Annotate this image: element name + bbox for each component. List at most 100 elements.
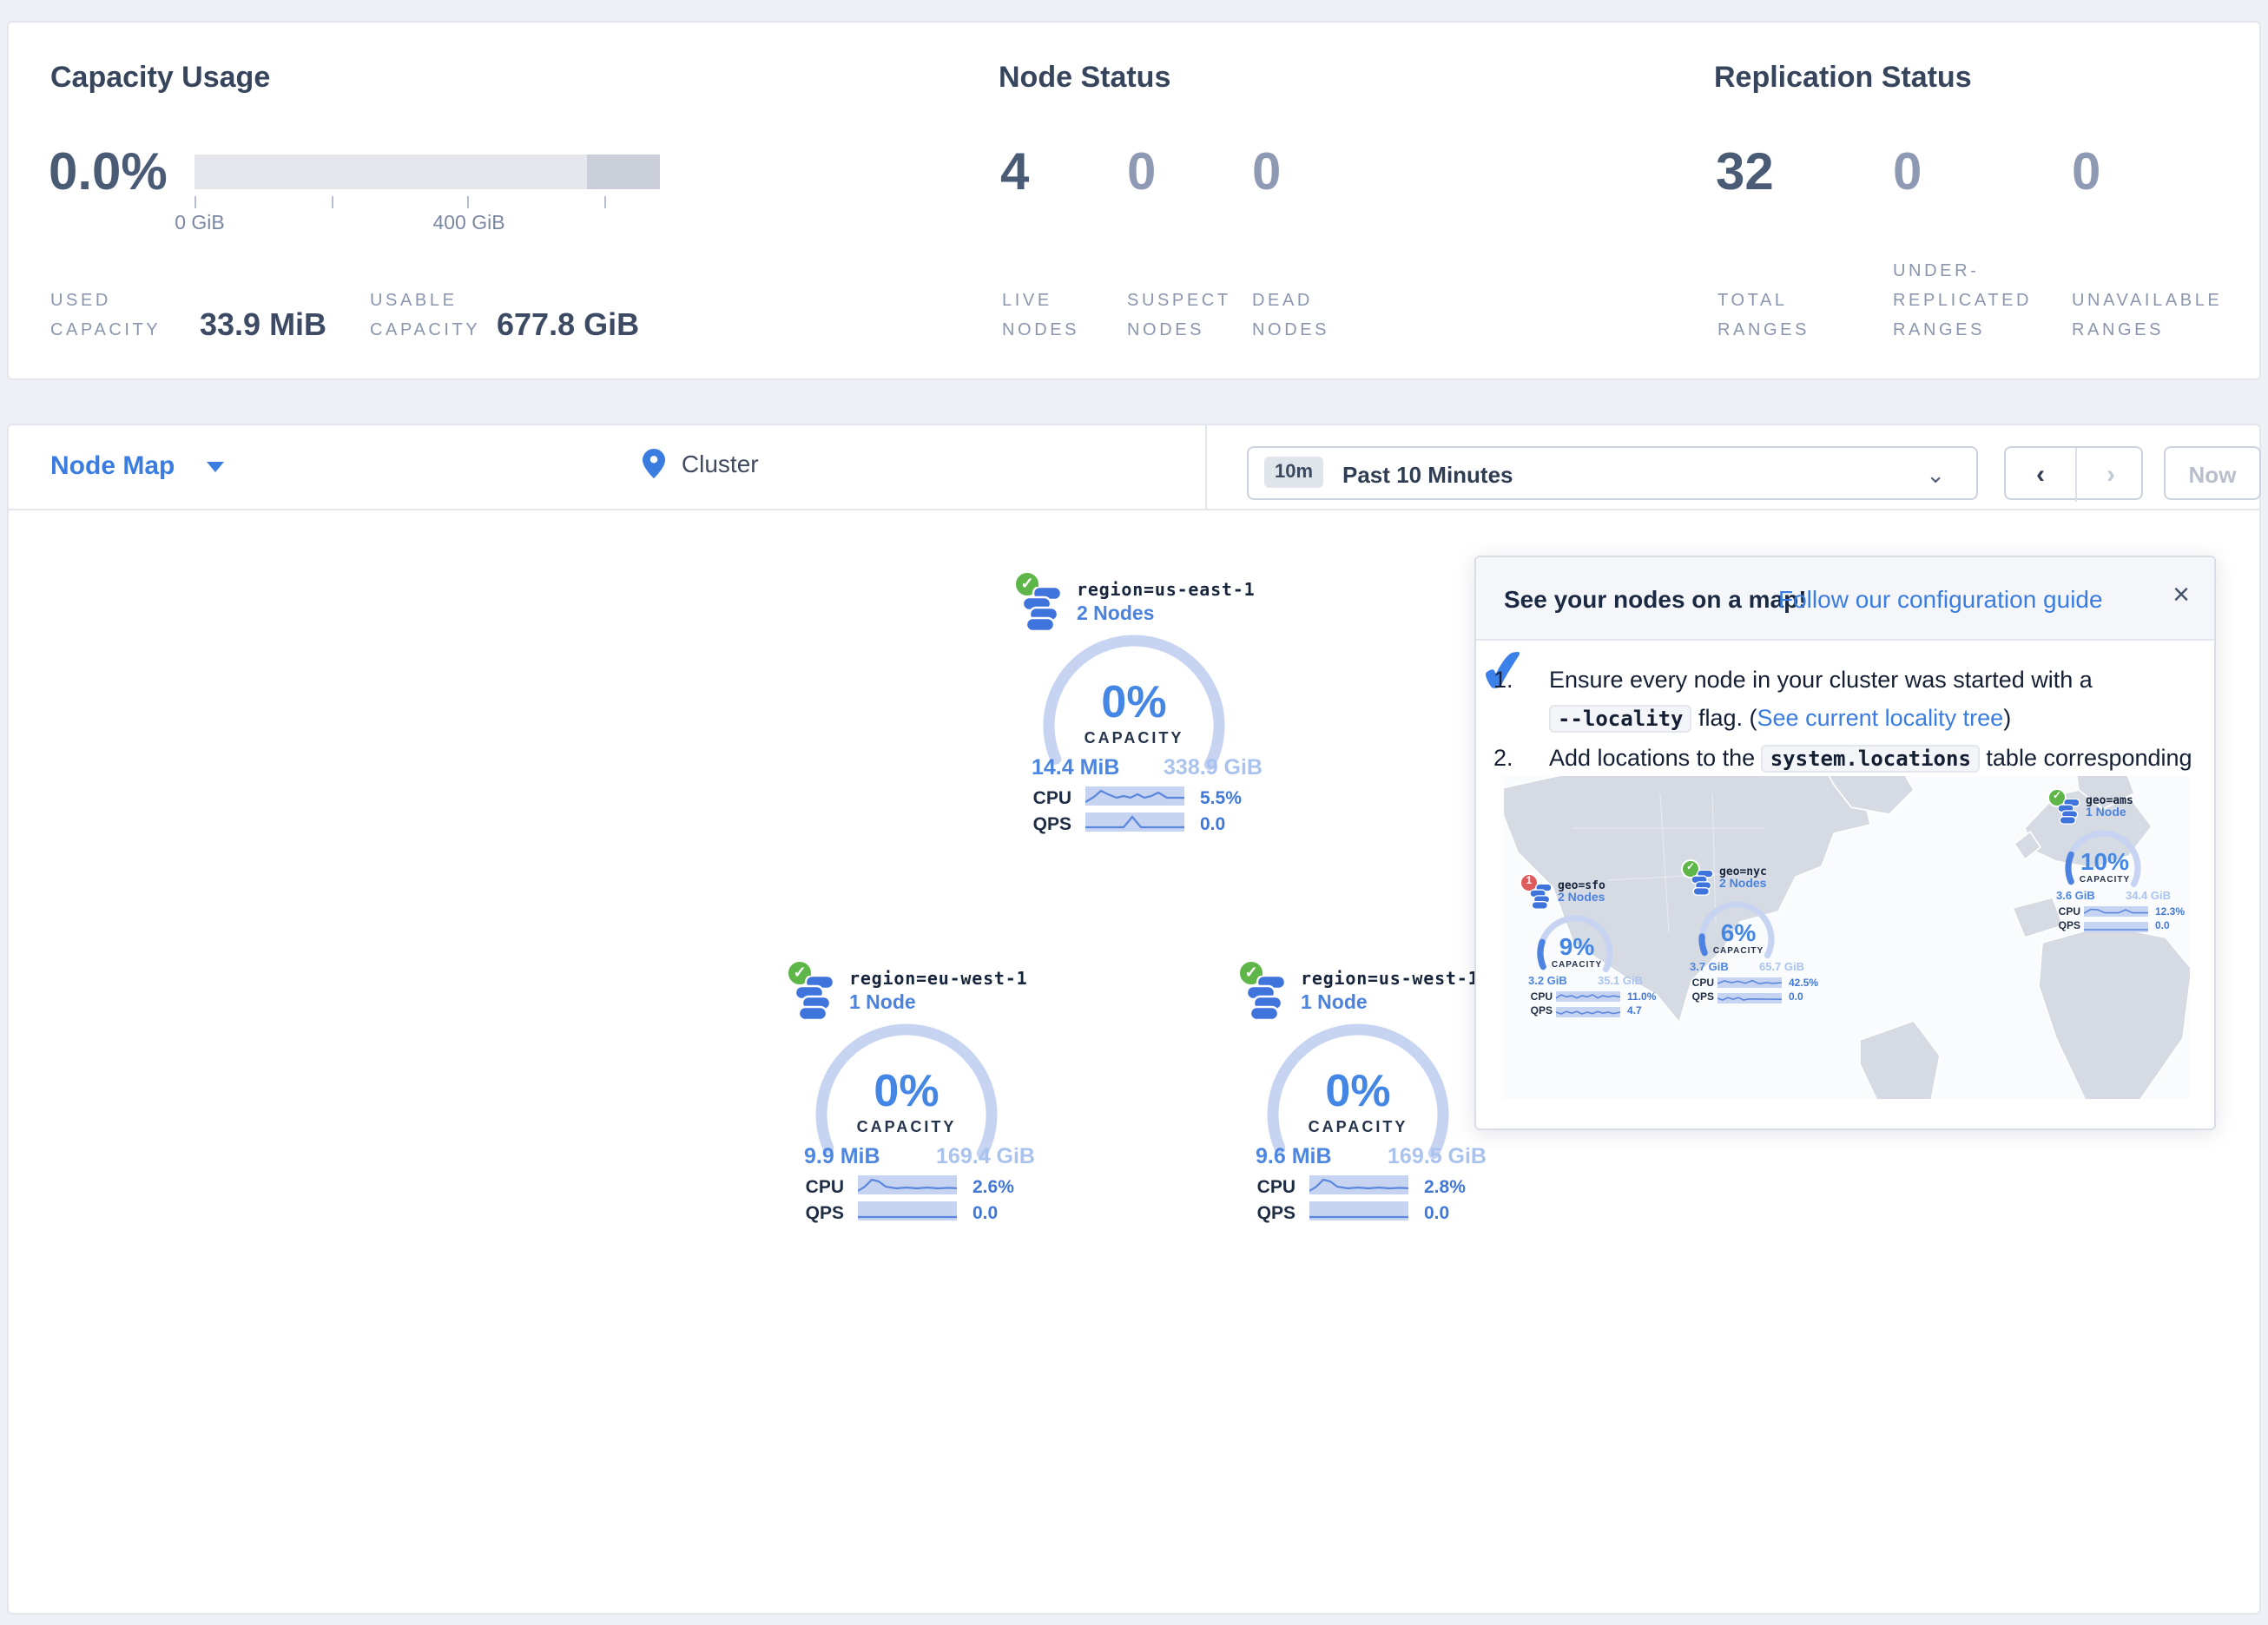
gauge-percent: 9% (1504, 932, 1657, 960)
region-nodes-link[interactable]: 1 Node (1301, 993, 1368, 1014)
location-pin-icon (643, 448, 665, 479)
capacity-used-percent: 0.0% (49, 144, 168, 203)
geo-group-nyc: ✓ geo=nyc 2 Nodes 6% CAPACITY 3.7 GiB 65… (1658, 852, 1818, 1012)
replication-status-title: Replication Status (1714, 61, 1972, 95)
panel-title: See your nodes on a map! (1504, 585, 1807, 613)
region-group-eu-west-1: ✓ region=eu-west-1 1 Node 0% CAPACITY 9.… (754, 958, 1059, 1240)
qps-sparkline (1309, 1201, 1408, 1220)
panel-header: See your nodes on a map! Follow our conf… (1476, 557, 2214, 641)
axis-tick-label: 0 GiB (151, 214, 248, 234)
geo-label: geo=ams (2086, 793, 2133, 807)
used-value: 9.6 MiB (1256, 1144, 1332, 1168)
qps-sparkline (858, 1201, 957, 1220)
total-ranges-value: 32 (1716, 144, 1774, 203)
geo-label: geo=sfo (1558, 878, 1605, 892)
dead-nodes-value: 0 (1252, 144, 1281, 203)
region-label: region=us-west-1 (1301, 970, 1479, 990)
gauge-percent: 6% (1658, 918, 1818, 946)
qps-label: QPS (2053, 922, 2080, 932)
geo-group-ams: ✓ geo=ams 1 Node 10% CAPACITY 3.6 GiB 34… (2025, 781, 2185, 941)
region-group-us-west-1: ✓ region=us-west-1 1 Node 0% CAPACITY 9.… (1205, 958, 1511, 1240)
locality-flag-code: --locality (1549, 704, 1692, 732)
gauge-capacity-label: CAPACITY (1205, 1118, 1511, 1135)
map-configuration-panel: See your nodes on a map! Follow our conf… (1474, 556, 2216, 1130)
cluster-summary-card: Capacity Usage 0.0% 0 GiB 400 GiB USED C… (7, 21, 2261, 380)
time-range-badge: 10m (1264, 457, 1323, 488)
time-nav-group: ‹ › (2004, 446, 2143, 500)
qps-label: QPS (1016, 814, 1071, 835)
system-locations-code: system.locations (1762, 745, 1980, 773)
geo-nodes-link[interactable]: 2 Nodes (1558, 892, 1605, 905)
cpu-value: 42.5% (1789, 978, 1818, 989)
time-forward-button[interactable]: › (2077, 448, 2145, 502)
used-value: 3.7 GiB (1690, 962, 1729, 974)
now-button[interactable]: Now (2164, 446, 2261, 500)
qps-value: 0.0 (972, 1203, 998, 1224)
locality-tree-link[interactable]: See current locality tree (1757, 704, 2004, 730)
time-back-button[interactable]: ‹ (2006, 448, 2075, 502)
qps-sparkline (1085, 812, 1184, 832)
gauge-capacity-label: CAPACITY (981, 729, 1287, 747)
qps-value: 0.0 (1424, 1203, 1449, 1224)
geo-label: geo=nyc (1719, 865, 1767, 878)
cpu-label: CPU (788, 1177, 844, 1198)
qps-sparkline (1717, 992, 1782, 1003)
usable-value: 34.4 GiB (2117, 891, 2171, 903)
geo-nodes-link[interactable]: 2 Nodes (1719, 878, 1766, 891)
live-nodes-value: 4 (1000, 144, 1029, 203)
cpu-sparkline (2084, 906, 2148, 917)
used-value: 3.6 GiB (2056, 891, 2095, 903)
total-ranges-label: TOTAL RANGES (1717, 286, 1810, 345)
qps-label: QPS (1525, 1007, 1553, 1017)
south-america-shape (1860, 1021, 1940, 1099)
database-nodes-icon (1023, 587, 1063, 632)
cpu-sparkline (1717, 977, 1782, 988)
suspect-nodes-value: 0 (1127, 144, 1156, 203)
gauge-capacity-label: CAPACITY (2025, 875, 2185, 885)
usable-value: 169.5 GiB (1365, 1144, 1487, 1168)
cpu-value: 5.5% (1200, 788, 1242, 809)
usable-capacity-label: USABLE CAPACITY (370, 286, 480, 345)
usable-value: 35.1 GiB (1589, 976, 1643, 988)
database-nodes-icon (1247, 976, 1287, 1021)
capacity-usage-title: Capacity Usage (50, 61, 270, 95)
used-capacity-label: USED CAPACITY (50, 286, 161, 345)
view-selector-dropdown[interactable]: Node Map (50, 451, 224, 481)
region-label: region=eu-west-1 (849, 970, 1027, 990)
suspect-nodes-label: SUSPECT NODES (1127, 286, 1231, 345)
cluster-overview-page: Capacity Usage 0.0% 0 GiB 400 GiB USED C… (0, 0, 2268, 1625)
node-status-title: Node Status (999, 61, 1170, 95)
view-selector-label: Node Map (50, 451, 175, 481)
configuration-guide-link[interactable]: Follow our configuration guide (1778, 585, 2103, 613)
chevron-left-icon: ‹ (2036, 460, 2045, 490)
under-replicated-ranges-value: 0 (1893, 144, 1922, 203)
cpu-sparkline (1085, 786, 1184, 806)
unavailable-ranges-label: UNAVAILABLE RANGES (2072, 286, 2222, 345)
step-1: 1.Ensure every node in your cluster was … (1521, 661, 2195, 738)
breadcrumb[interactable]: Cluster (643, 448, 759, 481)
database-nodes-icon (795, 976, 835, 1021)
mini-world-map: 1 geo=sfo 2 Nodes 9% CAPACITY 3.2 GiB 35… (1504, 776, 2190, 1099)
cpu-value: 2.6% (972, 1177, 1014, 1198)
dead-nodes-label: DEAD NODES (1252, 286, 1329, 345)
time-range-dropdown[interactable]: 10m Past 10 Minutes ⌄ (1247, 446, 1978, 500)
qps-value: 0.0 (1789, 993, 1803, 1003)
qps-label: QPS (1240, 1203, 1296, 1224)
region-nodes-link[interactable]: 2 Nodes (1077, 604, 1155, 625)
cpu-label: CPU (2053, 907, 2080, 918)
axis-tick (194, 196, 196, 208)
qps-label: QPS (1686, 993, 1714, 1003)
geo-nodes-link[interactable]: 1 Node (2086, 807, 2126, 819)
live-nodes-label: LIVE NODES (1002, 286, 1079, 345)
close-icon[interactable]: × (2172, 578, 2190, 613)
axis-tick (467, 196, 469, 208)
used-value: 3.2 GiB (1528, 976, 1567, 988)
region-nodes-link[interactable]: 1 Node (849, 993, 916, 1014)
qps-label: QPS (788, 1203, 844, 1224)
gauge-capacity-label: CAPACITY (754, 1118, 1059, 1135)
cpu-sparkline (1556, 991, 1620, 1002)
cpu-value: 2.8% (1424, 1177, 1466, 1198)
under-replicated-ranges-label: UNDER- REPLICATED RANGES (1893, 257, 2032, 345)
region-group-us-east-1: ✓ region=us-east-1 2 Nodes 0% CAPACITY 1… (981, 569, 1287, 851)
axis-tick (604, 196, 606, 208)
